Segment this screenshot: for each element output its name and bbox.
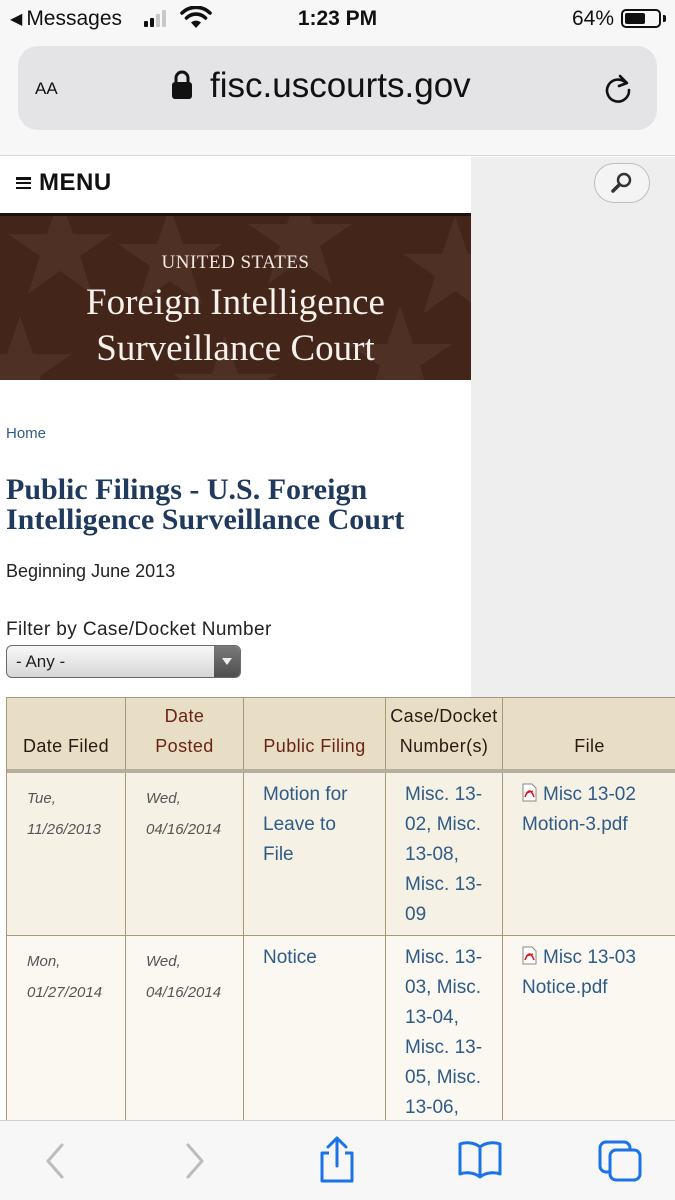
tabs-icon[interactable]: [597, 1139, 645, 1183]
cell-date-posted: Wed, 04/16/2014: [126, 936, 244, 1120]
cell-case-docket[interactable]: Misc. 13- 03, Misc. 13-04, Misc. 13- 05,…: [386, 936, 503, 1120]
header-case-docket-label: Case/Docket Number(s): [390, 701, 497, 761]
site-search-button[interactable]: [594, 163, 650, 203]
file-name-line[interactable]: Notice.pdf: [522, 973, 675, 1003]
battery-icon: [621, 9, 661, 28]
case-link-line[interactable]: 13-04,: [405, 1003, 502, 1033]
header-date-posted[interactable]: Date Posted: [126, 698, 244, 770]
case-link-line[interactable]: Misc. 13-: [405, 870, 502, 900]
battery-nub: [663, 15, 666, 22]
case-link-line[interactable]: 02, Misc.: [405, 810, 502, 840]
cell-file[interactable]: Misc 13-03 Notice.pdf: [503, 936, 675, 1120]
file-link[interactable]: Misc 13-02: [522, 780, 675, 810]
address-bar[interactable]: AA fisc.uscourts.gov: [18, 46, 657, 130]
case-docket-filter-select[interactable]: - Any -: [6, 645, 241, 678]
header-date-posted-label: Date Posted: [155, 701, 213, 761]
header-date-posted-line-1: Date: [164, 706, 205, 726]
file-name-line[interactable]: Misc 13-02: [543, 784, 636, 805]
text-size-label: AA: [35, 79, 58, 98]
header-case-docket-line-2: Number(s): [399, 736, 489, 756]
filing-link-line[interactable]: Motion for: [263, 780, 385, 810]
safari-toolbar: [0, 1120, 675, 1200]
reload-icon[interactable]: [600, 70, 636, 106]
site-menu-bar: MENU: [0, 157, 471, 213]
header-case-docket-line-1: Case/Docket: [390, 706, 498, 726]
header-public-filing[interactable]: Public Filing: [244, 698, 386, 770]
battery-percent: 64%: [572, 7, 615, 30]
case-link-line[interactable]: 05, Misc.: [405, 1063, 502, 1093]
filing-link-line[interactable]: Leave to: [263, 810, 385, 840]
date-posted-day: Wed,: [146, 790, 181, 807]
case-link-line[interactable]: 13-06,: [405, 1093, 502, 1120]
date-filed-value: 11/26/2013: [27, 821, 101, 838]
banner-country: UNITED STATES: [161, 252, 310, 273]
header-file-label: File: [574, 736, 605, 756]
date-filed-day: Tue,: [27, 790, 56, 807]
cell-public-filing[interactable]: Notice: [244, 936, 386, 1120]
forward-chevron-icon[interactable]: [180, 1139, 210, 1183]
share-icon[interactable]: [316, 1135, 358, 1185]
header-case-docket[interactable]: Case/Docket Number(s): [386, 698, 503, 770]
dropdown-arrow-icon: [214, 646, 240, 677]
date-filed-value: 01/27/2014: [27, 984, 103, 1001]
gray-sidebar-area: [471, 157, 675, 697]
bookmarks-book-icon[interactable]: [456, 1139, 504, 1179]
page-title: Public Filings - U.S. Foreign Intelligen…: [6, 475, 466, 535]
filing-link-line[interactable]: Notice: [263, 943, 385, 973]
court-banner[interactable]: UNITED STATES Foreign Intelligence Surve…: [0, 213, 471, 380]
filter-label: Filter by Case/Docket Number: [6, 619, 272, 640]
back-chevron-icon[interactable]: [40, 1139, 70, 1183]
text-size-button[interactable]: AA: [35, 74, 58, 100]
banner-line-2: Surveillance Court: [96, 328, 375, 369]
cell-date-filed: Tue, 11/26/2013: [7, 773, 126, 935]
case-link-line[interactable]: 09: [405, 900, 502, 930]
header-date-posted-line-2: Posted: [155, 736, 214, 756]
cell-public-filing[interactable]: Motion for Leave to File: [244, 773, 386, 935]
file-name-line[interactable]: Misc 13-03: [543, 947, 636, 968]
table-header: Date Filed Date Posted Public Filing Cas…: [7, 697, 675, 773]
header-public-filing-label: Public Filing: [263, 736, 366, 756]
lock-icon: [172, 70, 192, 99]
date-posted-day: Wed,: [146, 953, 181, 970]
date-filed-day: Mon,: [27, 953, 61, 970]
menu-label: MENU: [39, 169, 112, 196]
banner-court-name: Foreign Intelligence Surveillance Court: [0, 280, 471, 372]
date-posted-value: 04/16/2014: [146, 984, 222, 1001]
breadcrumb-home[interactable]: Home: [6, 425, 46, 442]
hamburger-icon: [16, 177, 31, 189]
case-link-line[interactable]: 13-08,: [405, 840, 502, 870]
filing-link-line[interactable]: File: [263, 840, 385, 870]
browser-url-area: AA fisc.uscourts.gov: [0, 38, 675, 156]
public-filings-table: Date Filed Date Posted Public Filing Cas…: [6, 697, 675, 1120]
case-link-line[interactable]: Misc. 13-: [405, 780, 502, 810]
header-file: File: [503, 698, 675, 770]
cell-case-docket[interactable]: Misc. 13- 02, Misc. 13-08, Misc. 13- 09: [386, 773, 503, 935]
url-domain: fisc.uscourts.gov: [210, 66, 471, 105]
date-posted-value: 04/16/2014: [146, 821, 222, 838]
cell-date-posted: Wed, 04/16/2014: [126, 773, 244, 935]
page-subtitle: Beginning June 2013: [6, 561, 176, 581]
filter-selected-value: - Any -: [16, 652, 66, 671]
page-title-line-2: Intelligence Surveillance Court: [6, 503, 405, 536]
header-date-filed[interactable]: Date Filed: [7, 698, 126, 770]
banner-line-1: Foreign Intelligence: [86, 282, 385, 323]
case-link-line[interactable]: 03, Misc.: [405, 973, 502, 1003]
header-date-filed-label: Date Filed: [22, 736, 110, 756]
table-row: Mon, 01/27/2014 Wed, 04/16/2014 Notice M…: [7, 936, 675, 1120]
menu-button[interactable]: MENU: [16, 169, 112, 197]
table-row: Tue, 11/26/2013 Wed, 04/16/2014 Motion f…: [7, 773, 675, 936]
cell-file[interactable]: Misc 13-02 Motion-3.pdf: [503, 773, 675, 935]
web-page: MENU UNITED STATES Foreign Intelligence …: [0, 157, 675, 1120]
file-name-line[interactable]: Motion-3.pdf: [522, 810, 675, 840]
file-link[interactable]: Misc 13-03: [522, 943, 675, 973]
pdf-icon: [522, 946, 537, 965]
status-bar: ◀ Messages 1:23 PM 64%: [0, 0, 675, 38]
pdf-icon: [522, 783, 537, 802]
case-link-line[interactable]: Misc. 13-: [405, 1033, 502, 1063]
cell-date-filed: Mon, 01/27/2014: [7, 936, 126, 1120]
page-title-line-1: Public Filings - U.S. Foreign: [6, 473, 368, 506]
magnifier-icon: [611, 172, 632, 193]
case-link-line[interactable]: Misc. 13-: [405, 943, 502, 973]
